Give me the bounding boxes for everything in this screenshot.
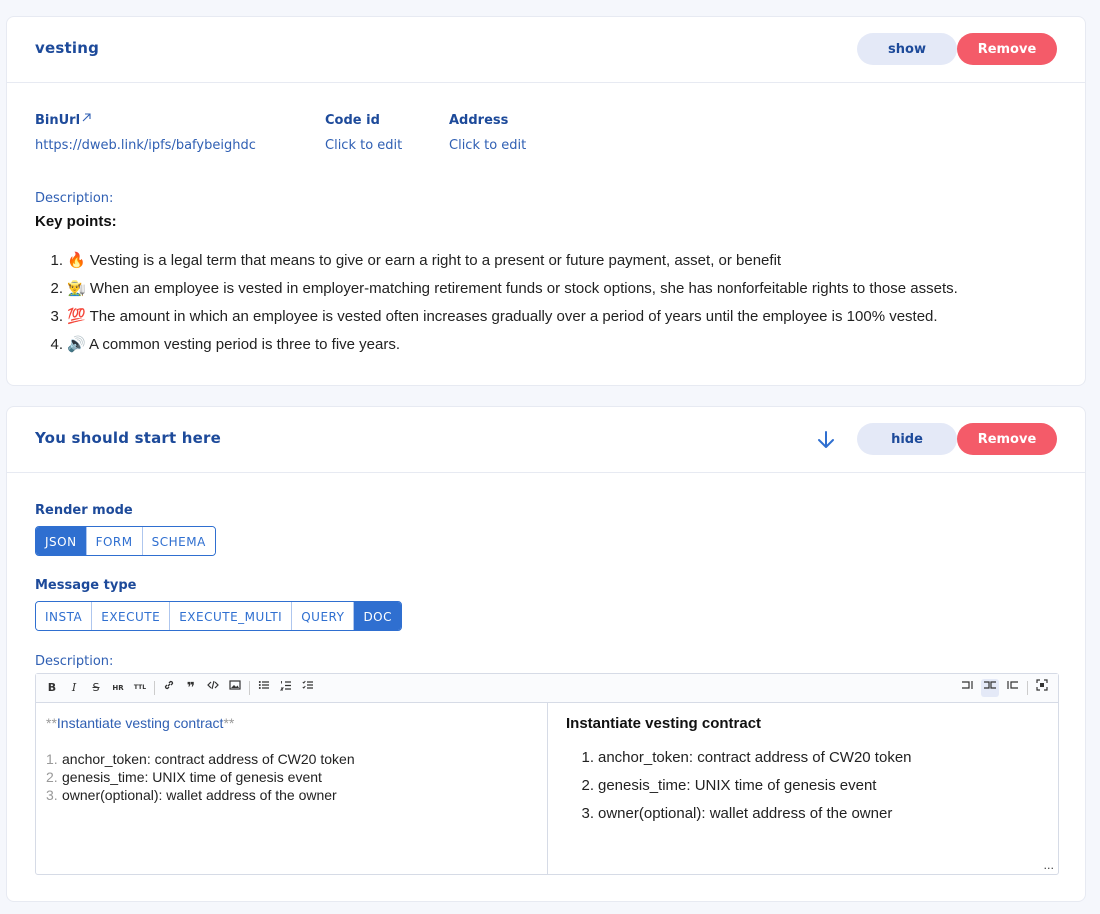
- list-item: 2. genesis_time: UNIX time of genesis eve…: [581, 777, 877, 794]
- card-title[interactable]: You should start here: [35, 429, 221, 447]
- code-icon[interactable]: [204, 679, 222, 697]
- message-type-query[interactable]: QUERY: [292, 602, 355, 630]
- list-item: 2. 👨‍🌾 When an employee is vested in empl…: [50, 280, 958, 297]
- resize-handle[interactable]: ...: [1044, 859, 1055, 872]
- ordered-list-icon[interactable]: [277, 679, 295, 697]
- source-line: 1. anchor_token: contract address of CW20…: [46, 751, 355, 767]
- binurl-label-text: BinUrl: [35, 113, 81, 128]
- strikethrough-button[interactable]: S: [87, 679, 105, 697]
- contract-card-vesting: vesting show Remove BinUrl https://dweb.…: [6, 16, 1086, 386]
- remove-button[interactable]: Remove: [957, 33, 1057, 65]
- render-mode-schema[interactable]: SCHEMA: [142, 527, 215, 555]
- fire-icon: 🔥: [67, 252, 86, 269]
- description-label: Description:: [35, 654, 114, 669]
- codeid-label: Code id: [325, 113, 380, 128]
- bold-button[interactable]: B: [43, 679, 61, 697]
- preview-heading: Instantiate vesting contract: [566, 715, 762, 732]
- description-heading: Key points:: [35, 213, 117, 230]
- message-type-label: Message type: [35, 578, 137, 593]
- address-value[interactable]: Click to edit: [449, 138, 526, 153]
- message-type-execute[interactable]: EXECUTE: [92, 602, 171, 630]
- editor-toolbar: B I S HR TTL ❞: [36, 674, 1058, 703]
- message-type-execute-multi[interactable]: EXECUTE_MULTI: [170, 602, 293, 630]
- farmer-icon: 👨‍🌾: [67, 280, 86, 297]
- list-item: 4. 🔊 A common vesting period is three to …: [50, 336, 401, 353]
- external-link-icon[interactable]: [82, 113, 91, 122]
- source-heading-line: **Instantiate vesting contract**: [46, 715, 235, 731]
- address-label: Address: [449, 113, 509, 128]
- show-button[interactable]: show: [857, 33, 957, 65]
- unordered-list-icon[interactable]: [255, 679, 273, 697]
- edit-mode-icon[interactable]: [959, 679, 977, 697]
- description-label: Description:: [35, 191, 114, 206]
- title-button[interactable]: TTL: [131, 679, 149, 697]
- binurl-value[interactable]: https://dweb.link/ipfs/bafybeighdc: [35, 138, 287, 153]
- card-header: You should start here hide Remove: [7, 407, 1085, 473]
- binurl-label[interactable]: BinUrl: [35, 113, 91, 128]
- list-item: 1. anchor_token: contract address of CW20…: [581, 749, 912, 766]
- codeid-value[interactable]: Click to edit: [325, 138, 402, 153]
- card-header: vesting show Remove: [7, 17, 1085, 83]
- list-item: 3. owner(optional): wallet address of the…: [581, 805, 893, 822]
- render-mode-group: JSON FORM SCHEMA: [35, 526, 216, 556]
- message-type-doc[interactable]: DOC: [354, 602, 402, 630]
- message-type-insta[interactable]: INSTA: [36, 602, 93, 630]
- checklist-icon[interactable]: [299, 679, 317, 697]
- key-points-list: 1. 🔥 Vesting is a legal term that means t…: [35, 247, 958, 359]
- arrow-down-icon[interactable]: [815, 429, 837, 451]
- markdown-editor: B I S HR TTL ❞ **Instantiate vesting con…: [35, 673, 1059, 875]
- image-icon[interactable]: [226, 679, 244, 697]
- link-icon[interactable]: [160, 679, 178, 697]
- render-mode-json[interactable]: JSON: [36, 527, 87, 555]
- horizontal-rule-button[interactable]: HR: [109, 679, 127, 697]
- speaker-icon: 🔊: [67, 336, 86, 353]
- message-type-group: INSTA EXECUTE EXECUTE_MULTI QUERY DOC: [35, 601, 403, 631]
- render-mode-label: Render mode: [35, 503, 133, 518]
- hide-button[interactable]: hide: [857, 423, 957, 455]
- remove-button[interactable]: Remove: [957, 423, 1057, 455]
- preview-mode-icon[interactable]: [1003, 679, 1021, 697]
- split-mode-icon[interactable]: [981, 679, 999, 697]
- quote-icon[interactable]: ❞: [182, 679, 200, 697]
- list-item: 3. 💯 The amount in which an employee is v…: [50, 308, 938, 325]
- list-item: 1. 🔥 Vesting is a legal term that means t…: [50, 252, 782, 269]
- fullscreen-icon[interactable]: [1033, 679, 1051, 697]
- source-line: 2. genesis_time: UNIX time of genesis eve…: [46, 769, 322, 785]
- card-title[interactable]: vesting: [35, 39, 99, 57]
- source-line: 3. owner(optional): wallet address of the…: [46, 787, 337, 803]
- italic-button[interactable]: I: [65, 679, 83, 697]
- preview-list: 1. anchor_token: contract address of CW20…: [566, 744, 1040, 828]
- hundred-points-icon: 💯: [67, 308, 86, 325]
- render-mode-form[interactable]: FORM: [86, 527, 143, 555]
- contract-card-start-here: You should start here hide Remove Render…: [6, 406, 1086, 902]
- markdown-source-pane[interactable]: **Instantiate vesting contract** 1. ancho…: [36, 703, 548, 874]
- markdown-preview-pane: Instantiate vesting contract 1. anchor_to…: [548, 703, 1058, 874]
